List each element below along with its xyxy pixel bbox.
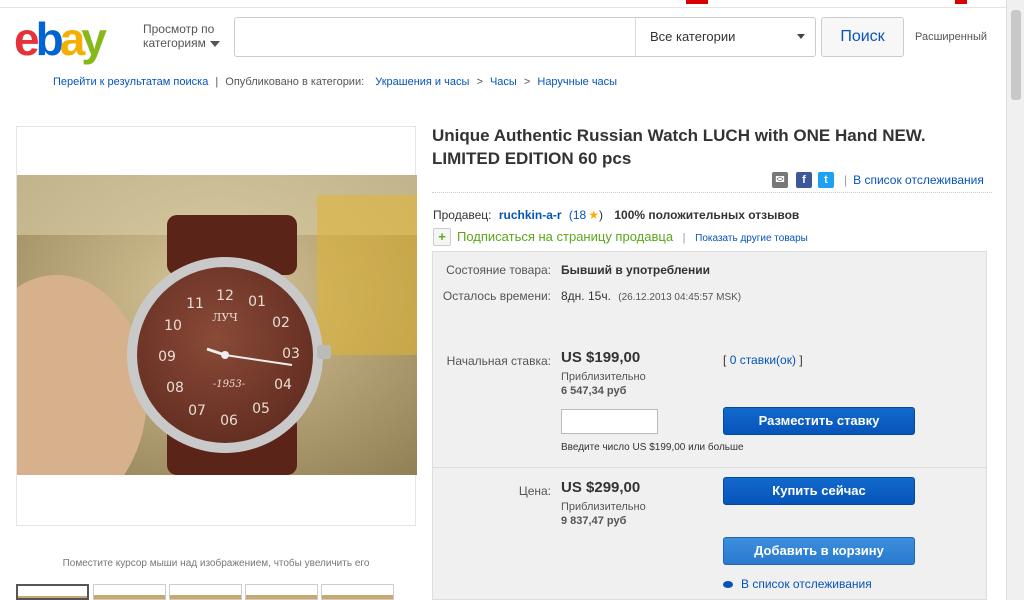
breadcrumb-item[interactable]: Часы [490, 76, 517, 88]
buy-now-button[interactable]: Купить сейчас [723, 477, 915, 505]
dial-number: 04 [274, 377, 292, 393]
seller-name-link[interactable]: ruchkin-a-r [499, 208, 562, 222]
watchlist-link-bottom[interactable]: В список отслеживания [723, 577, 872, 591]
time-left-date: (26.12.2013 04:45:57 MSK) [618, 292, 742, 303]
subscribe-link[interactable]: Подписаться на страницу продавца [457, 229, 673, 244]
facebook-icon[interactable]: f [796, 172, 812, 188]
bid-hint: Введите число US $199,00 или больше [561, 442, 744, 453]
published-label: Опубликовано в категории: [225, 76, 365, 88]
chevron-right-icon: > [523, 76, 531, 88]
browse-categories-button[interactable]: Просмотр по категориям [143, 22, 228, 50]
dial-number: 09 [158, 349, 176, 365]
thumbnail[interactable] [93, 584, 166, 600]
dial-number: 02 [272, 315, 290, 331]
breadcrumb-separator: | [215, 76, 219, 88]
bid-count: [ 0 ставки(ок) ] [723, 353, 803, 367]
twitter-icon[interactable]: t [818, 172, 834, 188]
product-image-panel[interactable]: 12 01 02 03 04 05 06 07 08 09 10 11 ЛУЧ … [16, 126, 417, 526]
dial-number: 12 [216, 288, 234, 304]
seller-info: Продавец: ruchkin-a-r (18 ★) 100% положит… [433, 208, 800, 222]
dial-number: 10 [164, 318, 182, 334]
dial-number: 05 [252, 401, 270, 417]
feedback-score-link[interactable]: (18 [569, 208, 586, 222]
bid-amount-input[interactable] [561, 409, 658, 434]
category-select[interactable]: Все категории [635, 18, 815, 56]
divider [432, 192, 992, 193]
plus-icon[interactable]: + [433, 228, 451, 246]
category-selected: Все категории [650, 29, 736, 44]
scrollbar[interactable] [1006, 0, 1024, 600]
breadcrumb-item[interactable]: Украшения и часы [375, 76, 469, 88]
chevron-down-icon [797, 34, 805, 39]
advanced-search-link[interactable]: Расширенный [915, 31, 987, 43]
condition-label: Состояние товара: [446, 263, 551, 277]
bid-count-link[interactable]: 0 ставки(ок) [730, 353, 796, 367]
dial-brand: ЛУЧ [212, 311, 238, 324]
dial-number: 07 [188, 403, 206, 419]
chevron-right-icon: > [476, 76, 483, 88]
chevron-down-icon [209, 40, 220, 47]
starting-bid-approx: Приблизительно 6 547,34 руб [561, 371, 646, 397]
bid-box: Состояние товара: Бывший в употреблении … [432, 251, 987, 600]
dial-number: 08 [166, 380, 184, 396]
item-title: Unique Authentic Russian Watch LUCH with… [432, 126, 926, 168]
price-label: Цена: [518, 484, 551, 498]
notification-mark [686, 0, 708, 4]
buy-now-approx: Приблизительно 9 837,47 руб [561, 501, 646, 527]
breadcrumb-item[interactable]: Наручные часы [537, 76, 617, 88]
time-left-label: Осталось времени: [442, 289, 551, 303]
time-left: 8дн. 15ч. (26.12.2013 04:45:57 MSK) [561, 289, 741, 303]
search-button[interactable]: Поиск [821, 17, 904, 57]
seller-label: Продавец: [433, 208, 492, 222]
email-icon[interactable]: ✉ [772, 172, 788, 188]
dial-year: -1953- [213, 379, 246, 390]
product-photo[interactable]: 12 01 02 03 04 05 06 07 08 09 10 11 ЛУЧ … [17, 175, 417, 475]
star-icon: ★ [588, 208, 599, 222]
browse-label: Просмотр по категориям [143, 22, 215, 50]
dial-number: 03 [282, 346, 300, 362]
condition-value: Бывший в употреблении [561, 263, 710, 277]
time-left-value: 8дн. 15ч. [561, 289, 611, 303]
thumbnail[interactable] [321, 584, 394, 600]
ebay-logo[interactable]: ebay [14, 14, 134, 64]
notification-mark [955, 0, 967, 4]
buy-now-price: US $299,00 [561, 479, 641, 496]
watchlist-link[interactable]: | В список отслеживания [844, 173, 984, 187]
dial-number: 01 [248, 294, 266, 310]
scrollbar-thumb[interactable] [1011, 10, 1021, 100]
other-items-link[interactable]: Показать другие товары [695, 233, 808, 244]
thumbnail[interactable] [169, 584, 242, 600]
subscribe-row: + Подписаться на страницу продавца | Пока… [433, 228, 808, 246]
add-to-cart-button[interactable]: Добавить в корзину [723, 537, 915, 565]
top-strip [0, 0, 1006, 8]
starting-bid-label: Начальная ставка: [446, 354, 551, 368]
eye-icon [723, 581, 733, 588]
starting-bid-price: US $199,00 [561, 349, 641, 366]
back-to-results-link[interactable]: Перейти к результатам поиска [53, 76, 208, 88]
positive-feedback: 100% положительных отзывов [614, 208, 800, 222]
dial-number: 06 [220, 413, 238, 429]
divider [433, 467, 986, 468]
breadcrumb: Перейти к результатам поиска | Опубликов… [53, 76, 617, 88]
thumbnail[interactable] [16, 584, 89, 600]
zoom-hint: Поместите курсор мыши над изображением, … [62, 558, 370, 569]
place-bid-button[interactable]: Разместить ставку [723, 407, 915, 435]
dial-number: 11 [186, 296, 204, 312]
search-bar: Все категории [234, 17, 816, 57]
thumbnail-strip [16, 584, 416, 600]
search-input[interactable] [235, 18, 635, 56]
thumbnail[interactable] [245, 584, 318, 600]
